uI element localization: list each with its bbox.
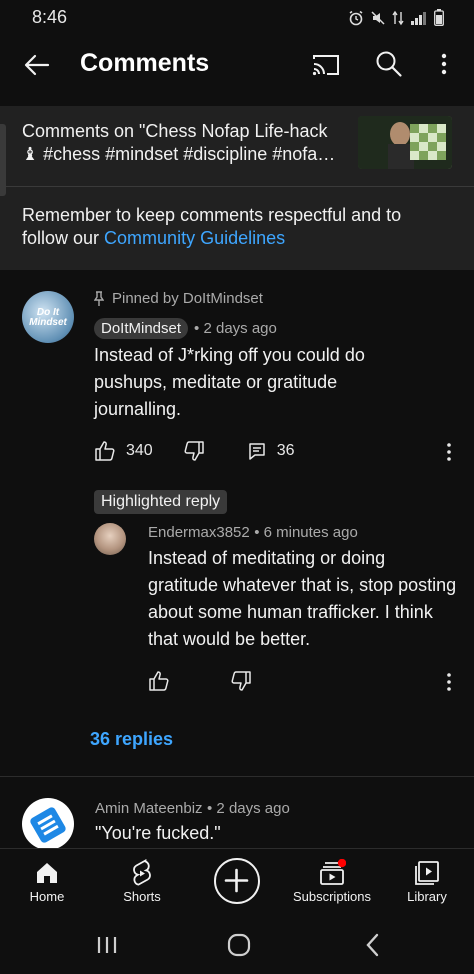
avatar[interactable] [22,798,74,848]
reply-actions [148,670,252,692]
create-button[interactable] [214,858,260,904]
signal-icon [410,11,428,30]
video-title-line2: ♝ #chess #mindset #discipline #nofa… [22,144,336,164]
nav-home-label: Home [29,889,65,904]
nav-home[interactable]: Home [0,849,94,919]
comment-divider [0,776,474,777]
data-icon [392,10,404,31]
nav-library[interactable]: Library [380,849,474,919]
thumbs-down-icon [184,441,204,461]
home-icon [37,863,57,883]
page-title: Comments [80,49,210,77]
nav-subscriptions[interactable]: Subscriptions [284,849,380,919]
pin-icon [94,290,104,306]
like-button[interactable] [148,670,170,692]
home-system-button[interactable] [226,932,252,958]
arrow-left-icon [24,54,50,76]
notification-dot [337,859,346,868]
home-circle-icon [227,933,251,957]
comment-header: Amin Mateenbiz • 2 days ago [95,800,290,818]
reply-author[interactable]: Endermax3852 [148,524,250,541]
thumbs-up-icon [95,441,115,461]
nav-subscriptions-label: Subscriptions [292,889,372,904]
more-vert-icon [447,443,451,461]
shorts-icon [133,859,151,886]
dislike-button[interactable] [230,670,252,692]
cast-button[interactable] [310,49,342,81]
recent-apps-button[interactable] [94,934,120,956]
highlighted-reply-badge: Highlighted reply [94,490,228,514]
comment-timestamp: • 2 days ago [194,320,277,337]
dislike-button[interactable] [183,440,205,462]
status-time: 8:46 [32,7,68,27]
reply-timestamp: • 6 minutes ago [254,524,358,541]
header-divider [0,186,474,187]
search-button[interactable] [373,48,405,80]
alarm-icon [348,10,364,31]
comment-author[interactable]: Amin Mateenbiz [95,800,203,817]
more-vert-icon [441,53,447,75]
reply-text: Instead of meditating or doing gratitude… [148,548,457,649]
comment-author[interactable]: DoItMindset [94,318,189,339]
nav-shorts[interactable]: Shorts [95,849,189,919]
like-button[interactable]: 340 [94,440,153,462]
avatar[interactable]: Do It Mindset [22,291,74,343]
community-guidelines-link[interactable]: Community Guidelines [104,228,285,248]
video-thumbnail[interactable] [358,116,452,169]
comment-header: DoItMindset • 2 days ago [94,318,277,339]
comment-text: "You're fucked." [95,823,221,843]
reply-more-button[interactable] [444,671,454,693]
reply-button[interactable]: 36 [247,441,295,461]
chevron-left-icon [366,933,379,957]
status-icons [348,9,444,31]
like-count: 340 [126,442,153,459]
reply-count: 36 [276,442,295,459]
svg-text:Mindset: Mindset [29,317,67,328]
status-bar: 8:46 [0,0,474,34]
back-button[interactable] [20,48,54,82]
community-guidelines-notice: Remember to keep comments respectful and… [22,204,442,250]
video-title-line1: Comments on "Chess Nofap Life-hack [22,121,328,141]
search-icon [376,51,402,77]
mute-icon [370,10,386,31]
pinned-by-text: Pinned by DoItMindset [112,290,263,307]
pinned-comment: Do It Mindset Pinned by DoItMindset DoIt… [0,290,474,470]
comment-timestamp: • 2 days ago [207,800,290,817]
thumbs-up-icon [149,671,169,691]
app-bar: Comments [0,34,474,96]
reply-header: Endermax3852 • 6 minutes ago [148,524,358,542]
thumbs-down-icon [231,671,251,691]
view-replies-link[interactable]: 36 replies [90,729,173,750]
more-options-button[interactable] [430,48,458,80]
subscriptions-icon [320,859,346,885]
comment-icon [248,443,265,460]
nav-shorts-label: Shorts [123,889,161,904]
pinned-label: Pinned by DoItMindset [94,290,263,307]
recents-icon [97,937,117,953]
system-navigation [0,918,474,974]
comment-more-button[interactable] [444,441,454,463]
comments-header: Comments on "Chess Nofap Life-hack ♝ #ch… [0,106,474,270]
highlighted-reply: Highlighted reply Endermax3852 • 6 minut… [0,490,474,710]
bottom-navigation: Home Shorts Subscriptions Library [0,848,474,918]
cast-icon [312,55,339,76]
avatar[interactable] [94,523,126,555]
create-icon [224,868,249,893]
scroll-indicator [0,124,6,196]
library-icon [415,861,439,885]
more-vert-icon [447,673,451,691]
comment-text: Instead of J*rking off you could do push… [94,345,365,419]
video-title[interactable]: Comments on "Chess Nofap Life-hack ♝ #ch… [22,120,352,166]
comment-actions: 340 36 [94,440,295,462]
battery-icon [434,9,444,31]
back-system-button[interactable] [362,932,384,958]
comment: Amin Mateenbiz • 2 days ago "You're fuck… [0,796,474,848]
nav-library-label: Library [407,889,447,904]
